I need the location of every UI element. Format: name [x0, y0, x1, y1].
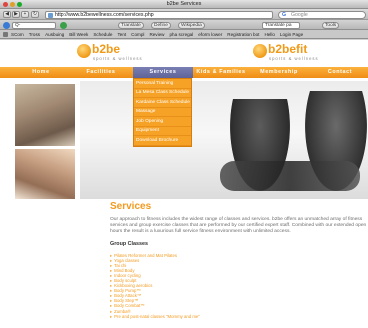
services-dropdown-menu: Personal Training La Mesa Class Schedule… [133, 78, 192, 147]
search-field[interactable]: G Google [278, 10, 366, 19]
bookmark-item[interactable]: Compl [131, 32, 144, 37]
group-classes-list: Pilates Reformer and Mat PilatesYoga cla… [110, 253, 290, 319]
nav-facilities[interactable]: Facilities [70, 67, 132, 78]
menu-item-la-mesa-schedule[interactable]: La Mesa Class Schedule [134, 89, 191, 98]
menu-item-equipment[interactable]: Equipment [134, 127, 191, 136]
translate-button[interactable]: Translate [118, 21, 144, 29]
extension-toolbar: Q- Translate Define Wikipedia Translate … [0, 20, 368, 30]
services-description: Our approach to fitness includes the wid… [110, 217, 367, 234]
define-button[interactable]: Define [151, 21, 171, 29]
site-favicon-icon [48, 12, 53, 18]
forward-button[interactable]: ▶ [12, 11, 20, 18]
hero-cycling-photo [80, 81, 368, 199]
bookmarks-bar: SCom Tross Ausbuing Bill Week Schedule Tent Co… [0, 30, 368, 39]
nav-contact[interactable]: Contact [312, 67, 368, 78]
tools-button[interactable]: Tools [322, 21, 340, 29]
fitness-photo-top [15, 84, 75, 146]
menu-item-kardaine-schedule[interactable]: Kardaine Class Schedule [134, 98, 191, 108]
maximize-window-button[interactable] [17, 1, 22, 7]
bookmark-item[interactable]: Schedule [93, 32, 112, 37]
bookmark-item[interactable]: pha scregal [170, 32, 194, 37]
bookmark-item[interactable]: Registration bot [227, 32, 259, 37]
nav-membership[interactable]: Membership [248, 67, 310, 78]
close-window-button[interactable] [3, 1, 8, 7]
page-title: Services [110, 201, 152, 212]
bookmark-item[interactable]: Tross [29, 32, 40, 37]
translate-pair-select[interactable]: Translate pa [262, 21, 300, 29]
bookmark-item[interactable]: Bill Week [69, 32, 88, 37]
group-classes-heading: Group Classes [110, 241, 149, 247]
menu-item-download-brochure[interactable]: Download Brochure [134, 136, 191, 146]
reload-button[interactable]: ↻ [31, 11, 39, 18]
bookmark-item[interactable]: SCom [11, 32, 24, 37]
address-bar[interactable]: http://www.b2bewellness.com/services.php [45, 10, 273, 19]
main-navigation: Home Facilities Services Kids & Families… [0, 67, 368, 78]
fitness-photo-bottom [15, 149, 75, 199]
toolbar-search-input[interactable]: Q- [12, 21, 56, 29]
b2be-logo[interactable]: b2be sports & wellness [77, 43, 142, 63]
menu-item-job-opening[interactable]: Job Opening [134, 117, 191, 127]
bookmark-item[interactable]: Ausbuing [45, 32, 64, 37]
services-content: Services Our approach to fitness include… [80, 200, 368, 328]
minimize-window-button[interactable] [10, 1, 15, 7]
google-toolbar-icon[interactable] [3, 21, 10, 29]
web-page: b2be sports & wellness b2befit sports & … [0, 40, 368, 328]
search-placeholder: Google [291, 11, 308, 18]
add-bookmark-button[interactable]: + [21, 11, 29, 18]
bookmark-item[interactable]: Hello [264, 32, 274, 37]
bookmark-item[interactable]: Login Page [280, 32, 303, 37]
nav-services[interactable]: Services [133, 67, 193, 78]
bookmark-item[interactable]: eform lower [198, 32, 222, 37]
bookmarks-icon[interactable] [3, 32, 8, 37]
window-title: b2be Services [166, 1, 202, 7]
class-list-item[interactable]: Pre and post-natal classes "Mommy and me… [110, 314, 290, 319]
google-icon: G [282, 11, 287, 18]
logo-circle-icon [253, 44, 267, 58]
nav-home[interactable]: Home [13, 67, 69, 78]
site-header: b2be sports & wellness b2befit sports & … [0, 40, 368, 67]
wikipedia-button[interactable]: Wikipedia [178, 21, 205, 29]
logo-circle-icon [77, 44, 91, 58]
bookmark-item[interactable]: Tent [117, 32, 126, 37]
nav-kids-families[interactable]: Kids & Families [194, 67, 248, 78]
b2befit-logo[interactable]: b2befit sports & wellness [253, 43, 323, 63]
navigation-bar: ◀ ▶ + ↻ http://www.b2bewellness.com/serv… [0, 9, 368, 20]
url-text: http://www.b2bewellness.com/services.php [55, 11, 154, 18]
bookmark-item[interactable]: Review [149, 32, 164, 37]
go-icon[interactable] [60, 21, 67, 29]
menu-item-massage[interactable]: Massage [134, 108, 191, 117]
menu-item-personal-training[interactable]: Personal Training [134, 79, 191, 89]
window-titlebar: b2be Services [0, 0, 368, 9]
back-button[interactable]: ◀ [3, 11, 11, 18]
